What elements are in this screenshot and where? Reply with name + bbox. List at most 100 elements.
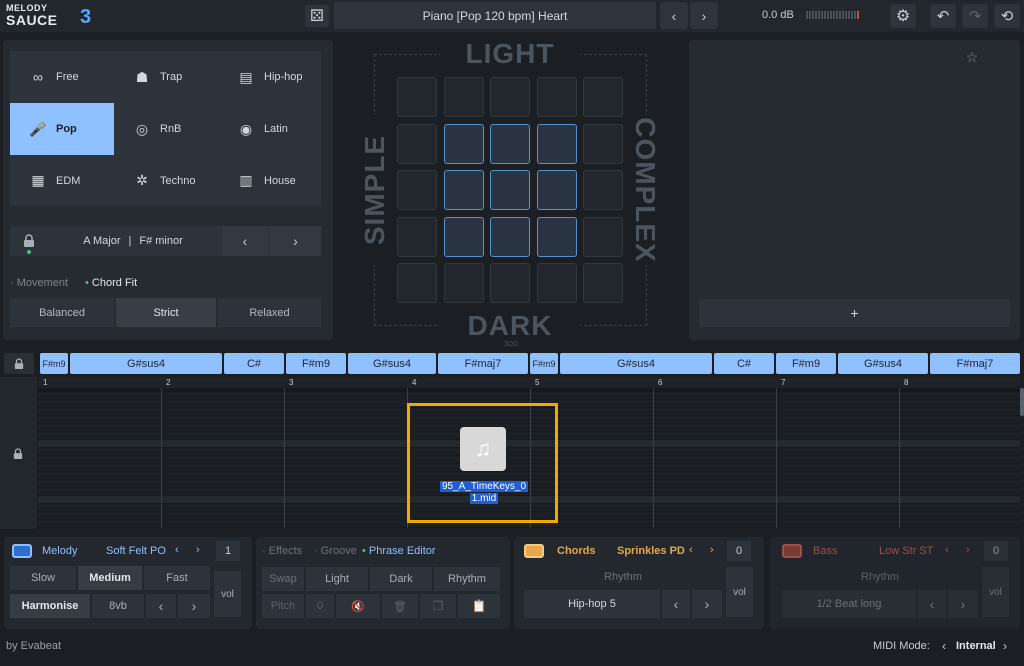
speed-fast-button[interactable]: Fast	[144, 566, 210, 590]
grid-cell-active[interactable]	[490, 123, 530, 164]
tab-phrase-editor[interactable]: • Phrase Editor	[362, 545, 436, 557]
grid-cell-active[interactable]	[443, 123, 484, 164]
grid-cell[interactable]	[397, 170, 437, 210]
chord-block[interactable]: F#maj7	[930, 353, 1020, 374]
grid-cell-active[interactable]	[536, 123, 577, 164]
key-prev-button[interactable]: ‹	[222, 226, 268, 256]
grid-cell[interactable]	[443, 77, 484, 117]
grid-cell-active[interactable]	[536, 216, 577, 257]
octave-vb-button[interactable]: 8vb	[92, 594, 144, 618]
genre-hiphop[interactable]: ▤ Hip-hop	[218, 51, 321, 103]
midi-mode-value[interactable]: Internal	[956, 640, 996, 652]
grid-cell[interactable]	[397, 77, 437, 117]
bass-preset-prev[interactable]: ‹	[945, 544, 949, 556]
bass-toggle[interactable]	[782, 544, 802, 558]
chord-block[interactable]: F#m9	[286, 353, 346, 374]
speed-slow-button[interactable]: Slow	[10, 566, 76, 590]
grid-cell[interactable]	[490, 77, 530, 117]
bass-preset-next[interactable]: ›	[966, 544, 970, 556]
preset-name[interactable]: Piano [Pop 120 bpm] Heart	[334, 2, 656, 29]
bass-preset[interactable]: Low Str ST	[879, 545, 933, 557]
dark-button[interactable]: Dark	[370, 567, 432, 591]
harmonise-prev-button[interactable]: ‹	[146, 594, 176, 618]
chords-pattern[interactable]: Hip-hop 5	[524, 590, 660, 618]
midi-file-name[interactable]: 95_A_TimeKeys_0 1.mid	[436, 481, 532, 505]
star-icon[interactable]: ☆	[962, 48, 982, 66]
speed-medium-button[interactable]: Medium	[78, 566, 142, 590]
grid-cell[interactable]	[583, 170, 623, 210]
genre-trap[interactable]: ☗ Trap	[114, 51, 218, 103]
copy-icon[interactable]: ❐	[420, 594, 456, 618]
grid-cell[interactable]	[490, 263, 530, 303]
chords-octave[interactable]: 0	[727, 541, 751, 561]
bass-vol-knob[interactable]: vol	[982, 567, 1009, 617]
chords-preset-next[interactable]: ›	[710, 544, 714, 556]
rhythm-button[interactable]: Rhythm	[434, 567, 500, 591]
bass-pattern-prev[interactable]: ‹	[918, 590, 946, 618]
grid-cell[interactable]	[443, 263, 484, 303]
harmonise-next-button[interactable]: ›	[178, 594, 210, 618]
lock-icon[interactable]	[4, 442, 32, 466]
grid-cell-active[interactable]	[443, 170, 484, 210]
movement-tab[interactable]: · Movement	[10, 277, 68, 289]
chord-block[interactable]: C#	[224, 353, 284, 374]
mute-icon[interactable]: 🔇	[336, 594, 380, 618]
undo-icon[interactable]: ↶	[930, 4, 956, 28]
grid-cell-active[interactable]	[490, 216, 530, 257]
grid-cell[interactable]	[397, 216, 437, 257]
melody-preset[interactable]: Soft Felt PO	[106, 545, 166, 557]
melody-preset-next[interactable]: ›	[196, 544, 200, 556]
chord-block[interactable]: G#sus4	[560, 353, 712, 374]
swap-button[interactable]: Swap	[262, 567, 304, 591]
tab-effects[interactable]: · Effects	[262, 545, 302, 557]
bass-pattern-next[interactable]: ›	[948, 590, 978, 618]
fit-balanced-button[interactable]: Balanced	[10, 298, 114, 327]
key-next-button[interactable]: ›	[270, 226, 321, 256]
chords-pattern-next[interactable]: ›	[692, 590, 722, 618]
chords-preset[interactable]: Sprinkles PD	[617, 545, 685, 557]
chords-preset-prev[interactable]: ‹	[689, 544, 693, 556]
genre-free[interactable]: ∞ Free	[10, 51, 114, 103]
chord-block[interactable]: F#m9	[40, 353, 68, 374]
preset-prev-button[interactable]: ‹	[660, 2, 688, 29]
bass-octave[interactable]: 0	[984, 541, 1008, 561]
chord-block[interactable]: G#sus4	[348, 353, 436, 374]
chord-block[interactable]: G#sus4	[70, 353, 222, 374]
history-icon[interactable]: ⟲	[994, 4, 1020, 28]
chord-block[interactable]: G#sus4	[838, 353, 928, 374]
genre-house[interactable]: ▥ House	[218, 155, 321, 206]
midi-file-icon[interactable]: ♫	[460, 427, 506, 471]
pitch-value[interactable]: 0	[306, 594, 334, 618]
trash-icon[interactable]: 🗑	[382, 594, 418, 618]
chords-toggle[interactable]	[524, 544, 544, 558]
grid-cell[interactable]	[583, 216, 623, 257]
fit-strict-button[interactable]: Strict	[116, 298, 216, 327]
chord-block[interactable]: F#m9	[530, 353, 558, 374]
fit-relaxed-button[interactable]: Relaxed	[218, 298, 321, 327]
paste-icon[interactable]: 📋	[458, 594, 500, 618]
add-favorite-button[interactable]: +	[699, 299, 1010, 327]
melody-vol-knob[interactable]: vol	[214, 571, 241, 617]
dice-icon[interactable]: ⚄	[305, 5, 329, 27]
grid-cell[interactable]	[397, 123, 437, 164]
grid-cell[interactable]	[583, 263, 623, 303]
chord-block[interactable]: F#maj7	[438, 353, 528, 374]
genre-latin[interactable]: ◉ Latin	[218, 103, 321, 155]
chord-block[interactable]: F#m9	[776, 353, 836, 374]
genre-pop[interactable]: 🎤 Pop	[10, 103, 114, 155]
redo-icon[interactable]: ↷	[962, 4, 988, 28]
genre-edm[interactable]: ▦ EDM	[10, 155, 114, 206]
harmonise-button[interactable]: Harmonise	[10, 594, 90, 618]
genre-techno[interactable]: ✲ Techno	[114, 155, 218, 206]
chords-vol-knob[interactable]: vol	[726, 567, 753, 617]
grid-cell-active[interactable]	[490, 170, 530, 210]
grid-cell-active[interactable]	[536, 170, 577, 210]
grid-cell[interactable]	[583, 77, 623, 117]
preset-next-button[interactable]: ›	[690, 2, 718, 29]
grid-cell[interactable]	[536, 77, 577, 117]
grid-cell[interactable]	[397, 263, 437, 303]
melody-toggle[interactable]	[12, 544, 32, 558]
melody-octave[interactable]: 1	[216, 541, 240, 561]
grid-cell[interactable]	[583, 123, 623, 164]
midi-mode-prev[interactable]: ‹	[942, 639, 946, 653]
